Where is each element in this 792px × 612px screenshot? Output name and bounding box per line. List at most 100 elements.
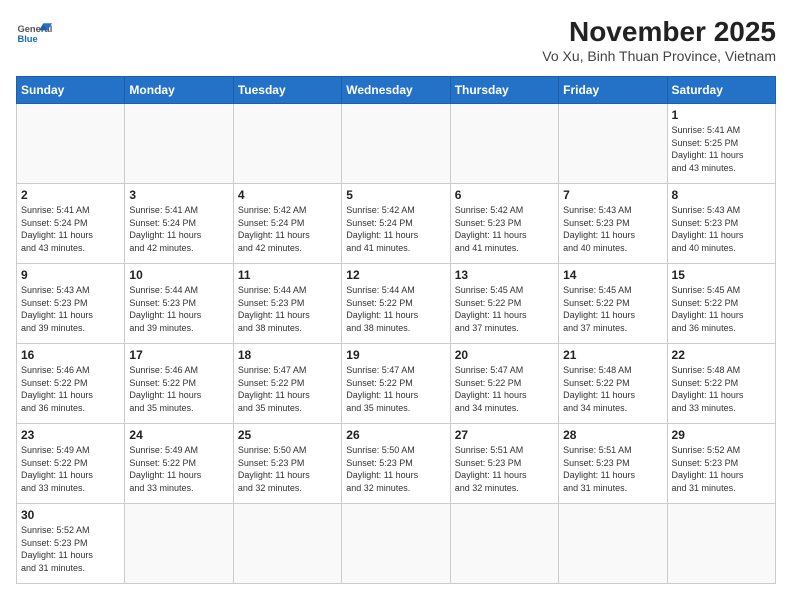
day-number: 26 (346, 428, 445, 442)
calendar-week-row: 16Sunrise: 5:46 AM Sunset: 5:22 PM Dayli… (17, 344, 776, 424)
calendar-week-row: 30 Sunrise: 5:52 AM Sunset: 5:23 PM Dayli… (17, 504, 776, 584)
calendar-cell: 25 Sunrise: 5:50 AM Sunset: 5:23 PM Dayli… (233, 424, 341, 504)
day-number: 12 (346, 268, 445, 282)
day-number: 18 (238, 348, 337, 362)
day-info: Sunrise: 5:45 AM Sunset: 5:22 PM Dayligh… (672, 284, 771, 334)
day-info: Sunrise: 5:45 AM Sunset: 5:22 PM Dayligh… (455, 284, 554, 334)
calendar-cell: 14Sunrise: 5:45 AM Sunset: 5:22 PM Dayli… (559, 264, 667, 344)
calendar-cell: 30 Sunrise: 5:52 AM Sunset: 5:23 PM Dayli… (17, 504, 125, 584)
calendar-cell: 22 Sunrise: 5:48 AM Sunset: 5:22 PM Dayli… (667, 344, 775, 424)
calendar-week-row: 9 Sunrise: 5:43 AM Sunset: 5:23 PM Daylig… (17, 264, 776, 344)
calendar-cell (667, 504, 775, 584)
calendar-cell: 27 Sunrise: 5:51 AM Sunset: 5:23 PM Dayli… (450, 424, 558, 504)
weekday-header: Sunday (17, 77, 125, 104)
calendar-cell: 2 Sunrise: 5:41 AM Sunset: 5:24 PM Daylig… (17, 184, 125, 264)
calendar-cell (233, 104, 341, 184)
day-number: 27 (455, 428, 554, 442)
calendar-cell: 8 Sunrise: 5:43 AM Sunset: 5:23 PM Daylig… (667, 184, 775, 264)
calendar-week-row: 23 Sunrise: 5:49 AM Sunset: 5:22 PM Dayli… (17, 424, 776, 504)
calendar-cell (450, 104, 558, 184)
header: General Blue November 2025 Vo Xu, Binh T… (16, 16, 776, 64)
day-number: 24 (129, 428, 228, 442)
day-info: Sunrise: 5:48 AM Sunset: 5:22 PM Dayligh… (672, 364, 771, 414)
day-number: 3 (129, 188, 228, 202)
calendar-cell (17, 104, 125, 184)
day-info: Sunrise: 5:48 AM Sunset: 5:22 PM Dayligh… (563, 364, 662, 414)
day-info: Sunrise: 5:43 AM Sunset: 5:23 PM Dayligh… (563, 204, 662, 254)
weekday-header: Friday (559, 77, 667, 104)
logo: General Blue (16, 16, 52, 52)
calendar-cell: 18 Sunrise: 5:47 AM Sunset: 5:22 PM Dayli… (233, 344, 341, 424)
day-number: 6 (455, 188, 554, 202)
calendar-cell (559, 504, 667, 584)
day-info: Sunrise: 5:51 AM Sunset: 5:23 PM Dayligh… (563, 444, 662, 494)
weekday-header: Monday (125, 77, 233, 104)
day-info: Sunrise: 5:45 AM Sunset: 5:22 PM Dayligh… (563, 284, 662, 334)
calendar-cell: 24 Sunrise: 5:49 AM Sunset: 5:22 PM Dayli… (125, 424, 233, 504)
day-number: 22 (672, 348, 771, 362)
calendar-cell: 17Sunrise: 5:46 AM Sunset: 5:22 PM Dayli… (125, 344, 233, 424)
day-info: Sunrise: 5:41 AM Sunset: 5:24 PM Dayligh… (129, 204, 228, 254)
calendar: SundayMondayTuesdayWednesdayThursdayFrid… (16, 76, 776, 584)
calendar-cell: 6Sunrise: 5:42 AM Sunset: 5:23 PM Daylig… (450, 184, 558, 264)
calendar-cell: 4Sunrise: 5:42 AM Sunset: 5:24 PM Daylig… (233, 184, 341, 264)
day-info: Sunrise: 5:49 AM Sunset: 5:22 PM Dayligh… (129, 444, 228, 494)
page-title: November 2025 (542, 16, 776, 48)
calendar-cell: 9 Sunrise: 5:43 AM Sunset: 5:23 PM Daylig… (17, 264, 125, 344)
day-info: Sunrise: 5:41 AM Sunset: 5:25 PM Dayligh… (672, 124, 771, 174)
day-number: 11 (238, 268, 337, 282)
day-info: Sunrise: 5:43 AM Sunset: 5:23 PM Dayligh… (21, 284, 120, 334)
day-number: 16 (21, 348, 120, 362)
svg-text:Blue: Blue (17, 34, 37, 44)
calendar-week-row: 2 Sunrise: 5:41 AM Sunset: 5:24 PM Daylig… (17, 184, 776, 264)
day-number: 25 (238, 428, 337, 442)
calendar-cell (559, 104, 667, 184)
calendar-cell: 7 Sunrise: 5:43 AM Sunset: 5:23 PM Daylig… (559, 184, 667, 264)
day-info: Sunrise: 5:49 AM Sunset: 5:22 PM Dayligh… (21, 444, 120, 494)
day-info: Sunrise: 5:47 AM Sunset: 5:22 PM Dayligh… (238, 364, 337, 414)
day-number: 4 (238, 188, 337, 202)
calendar-cell: 10 Sunrise: 5:44 AM Sunset: 5:23 PM Dayli… (125, 264, 233, 344)
day-info: Sunrise: 5:44 AM Sunset: 5:23 PM Dayligh… (129, 284, 228, 334)
day-number: 8 (672, 188, 771, 202)
calendar-header-row: SundayMondayTuesdayWednesdayThursdayFrid… (17, 77, 776, 104)
calendar-cell: 3 Sunrise: 5:41 AM Sunset: 5:24 PM Daylig… (125, 184, 233, 264)
calendar-cell: 5 Sunrise: 5:42 AM Sunset: 5:24 PM Daylig… (342, 184, 450, 264)
day-number: 10 (129, 268, 228, 282)
calendar-week-row: 1Sunrise: 5:41 AM Sunset: 5:25 PM Daylig… (17, 104, 776, 184)
day-number: 5 (346, 188, 445, 202)
calendar-cell: 15 Sunrise: 5:45 AM Sunset: 5:22 PM Dayli… (667, 264, 775, 344)
calendar-cell (233, 504, 341, 584)
calendar-cell: 11 Sunrise: 5:44 AM Sunset: 5:23 PM Dayli… (233, 264, 341, 344)
weekday-header: Wednesday (342, 77, 450, 104)
day-info: Sunrise: 5:44 AM Sunset: 5:23 PM Dayligh… (238, 284, 337, 334)
day-info: Sunrise: 5:43 AM Sunset: 5:23 PM Dayligh… (672, 204, 771, 254)
day-number: 2 (21, 188, 120, 202)
day-info: Sunrise: 5:52 AM Sunset: 5:23 PM Dayligh… (672, 444, 771, 494)
day-number: 13 (455, 268, 554, 282)
day-number: 28 (563, 428, 662, 442)
day-info: Sunrise: 5:52 AM Sunset: 5:23 PM Dayligh… (21, 524, 120, 574)
day-number: 19 (346, 348, 445, 362)
day-number: 23 (21, 428, 120, 442)
day-info: Sunrise: 5:41 AM Sunset: 5:24 PM Dayligh… (21, 204, 120, 254)
day-info: Sunrise: 5:42 AM Sunset: 5:24 PM Dayligh… (346, 204, 445, 254)
calendar-cell: 16Sunrise: 5:46 AM Sunset: 5:22 PM Dayli… (17, 344, 125, 424)
calendar-cell: 13 Sunrise: 5:45 AM Sunset: 5:22 PM Dayli… (450, 264, 558, 344)
day-info: Sunrise: 5:50 AM Sunset: 5:23 PM Dayligh… (238, 444, 337, 494)
day-number: 7 (563, 188, 662, 202)
calendar-cell: 21Sunrise: 5:48 AM Sunset: 5:22 PM Dayli… (559, 344, 667, 424)
calendar-cell: 20Sunrise: 5:47 AM Sunset: 5:22 PM Dayli… (450, 344, 558, 424)
day-number: 9 (21, 268, 120, 282)
calendar-cell: 1Sunrise: 5:41 AM Sunset: 5:25 PM Daylig… (667, 104, 775, 184)
day-number: 30 (21, 508, 120, 522)
calendar-cell (342, 504, 450, 584)
title-area: November 2025 Vo Xu, Binh Thuan Province… (542, 16, 776, 64)
day-info: Sunrise: 5:51 AM Sunset: 5:23 PM Dayligh… (455, 444, 554, 494)
day-number: 20 (455, 348, 554, 362)
day-number: 15 (672, 268, 771, 282)
calendar-cell (450, 504, 558, 584)
calendar-cell: 28 Sunrise: 5:51 AM Sunset: 5:23 PM Dayli… (559, 424, 667, 504)
day-number: 29 (672, 428, 771, 442)
calendar-cell (125, 504, 233, 584)
